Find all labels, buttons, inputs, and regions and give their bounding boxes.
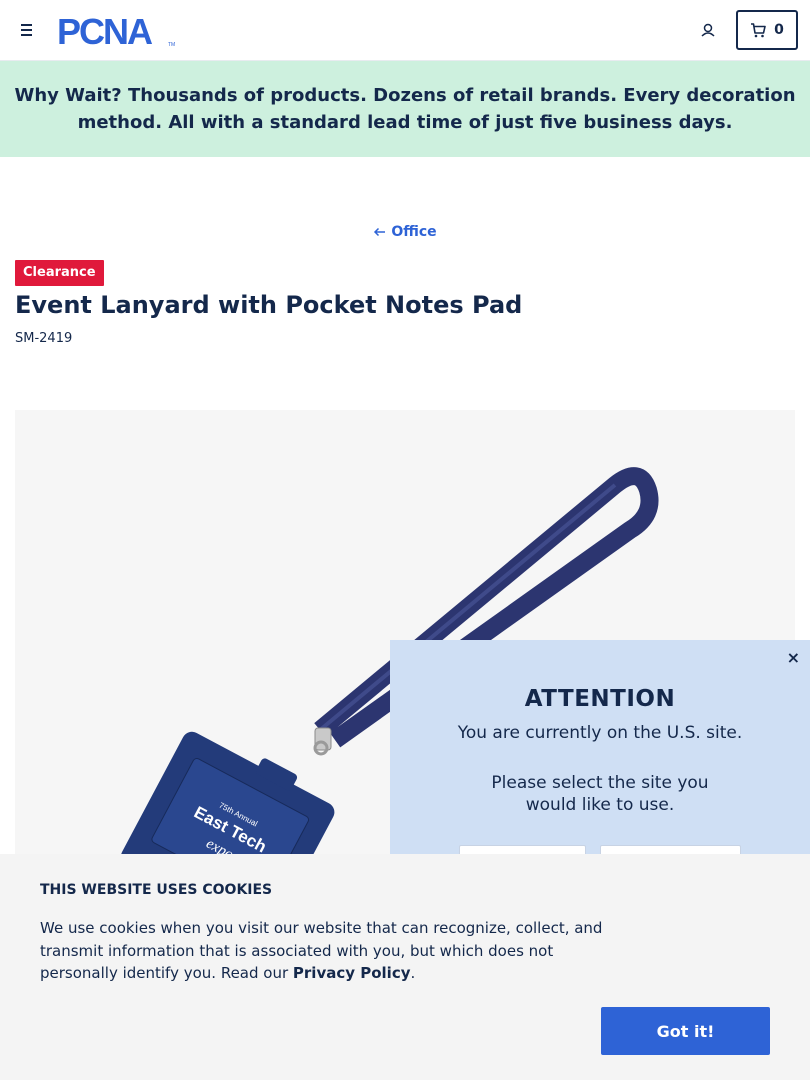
promo-strong: Why Wait? <box>14 85 122 106</box>
cookie-end: . <box>410 964 416 982</box>
promo-body: Thousands of products. Dozens of retail … <box>77 85 796 133</box>
modal-title: ATTENTION <box>524 686 676 712</box>
got-it-button[interactable]: Got it! <box>601 1007 770 1055</box>
product-title: Event Lanyard with Pocket Notes Pad <box>15 291 523 319</box>
cookie-banner: THIS WEBSITE USES COOKIES We use cookies… <box>0 854 810 1080</box>
modal-current-site: You are currently on the U.S. site. <box>457 723 743 743</box>
pcna-logo[interactable]: PCNA TM <box>57 11 177 52</box>
cookie-text: We use cookies when you visit our websit… <box>40 917 620 985</box>
modal-instruction: Please select the site you would like to… <box>491 773 709 815</box>
cart-button[interactable]: 0 <box>736 10 798 50</box>
breadcrumb-back-link[interactable]: Office <box>373 224 437 240</box>
close-icon[interactable]: × <box>787 648 800 667</box>
site-header: PCNA TM 0 <box>0 0 810 61</box>
svg-text:TM: TM <box>168 42 175 48</box>
promo-text: Why Wait? Thousands of products. Dozens … <box>12 82 798 136</box>
logo-text: PCNA <box>57 14 153 48</box>
breadcrumb: Office <box>0 224 810 241</box>
privacy-policy-link[interactable]: Privacy Policy <box>293 964 411 982</box>
account-icon[interactable] <box>698 20 718 40</box>
cart-icon <box>751 22 766 37</box>
product-sku: SM-2419 <box>15 331 73 346</box>
cookie-title: THIS WEBSITE USES COOKIES <box>40 882 273 898</box>
promo-banner: Why Wait? Thousands of products. Dozens … <box>0 61 810 157</box>
arrow-left-icon <box>374 227 386 237</box>
cart-count: 0 <box>774 22 784 38</box>
breadcrumb-label: Office <box>391 224 437 240</box>
clearance-badge: Clearance <box>15 260 104 286</box>
menu-icon[interactable] <box>18 21 38 39</box>
